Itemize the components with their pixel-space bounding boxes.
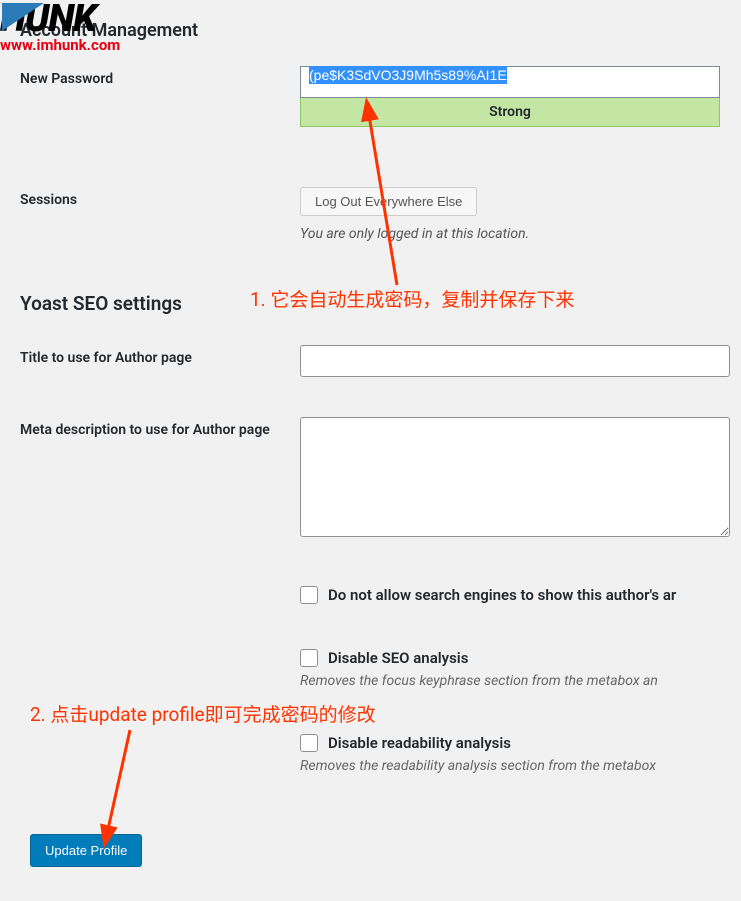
annotation-text-1: 1. 它会自动生成密码，复制并保存下来 bbox=[250, 285, 574, 312]
annotation-arrow-1 bbox=[352, 95, 422, 295]
annotation-text-2: 2. 点击update profile即可完成密码的修改 bbox=[30, 700, 376, 727]
author-title-label: Title to use for Author page bbox=[20, 345, 300, 366]
disable-seo-description: Removes the focus keyphrase section from… bbox=[300, 673, 741, 689]
disable-readability-label: Disable readability analysis bbox=[328, 734, 511, 752]
watermark-logo: HUNK www.imhunk.com bbox=[0, 0, 120, 54]
noindex-author-checkbox[interactable] bbox=[300, 586, 318, 604]
disable-seo-label: Disable SEO analysis bbox=[328, 649, 468, 667]
new-password-label: New Password bbox=[20, 66, 300, 87]
disable-readability-checkbox[interactable] bbox=[300, 734, 318, 752]
new-password-input[interactable]: (pe$K3SdVO3J9Mh5s89%AI1E bbox=[300, 66, 720, 98]
password-value-selected: (pe$K3SdVO3J9Mh5s89%AI1E bbox=[309, 66, 507, 84]
author-title-input[interactable] bbox=[300, 345, 730, 377]
sessions-label: Sessions bbox=[20, 187, 300, 208]
section-title: Account Management bbox=[20, 20, 741, 41]
annotation-arrow-2 bbox=[80, 725, 140, 855]
meta-description-textarea[interactable] bbox=[300, 417, 730, 537]
meta-description-label: Meta description to use for Author page bbox=[20, 417, 300, 438]
disable-seo-checkbox[interactable] bbox=[300, 649, 318, 667]
disable-readability-description: Removes the readability analysis section… bbox=[300, 758, 741, 774]
noindex-author-label: Do not allow search engines to show this… bbox=[328, 586, 676, 604]
